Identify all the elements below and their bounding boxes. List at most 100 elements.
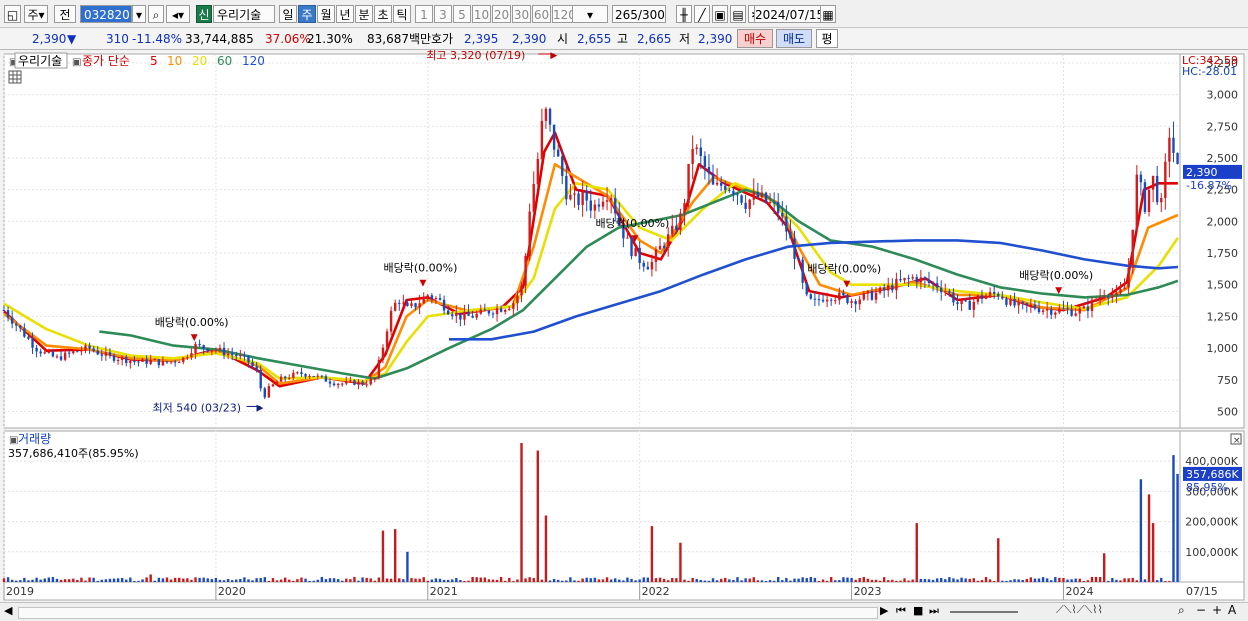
period-tab-0[interactable]: 일: [279, 5, 297, 23]
volume-bar: [137, 580, 140, 582]
volume-bar: [850, 577, 853, 582]
last-price-tag-label: 2,390: [1186, 166, 1218, 179]
candle-body: [801, 259, 804, 283]
chevron-down-icon[interactable]: ▾: [132, 5, 146, 23]
draw-line-icon[interactable]: ╱: [694, 5, 710, 23]
volume-bar: [312, 580, 315, 582]
stock-code-input[interactable]: 032820: [80, 5, 132, 23]
candle-body: [882, 287, 886, 291]
volume-bar: [544, 515, 548, 582]
volume-bar: [357, 580, 360, 582]
scrollbar-track[interactable]: [18, 607, 878, 619]
prev-button[interactable]: 전: [54, 5, 76, 23]
candle-body: [292, 372, 295, 378]
volume-bar: [797, 578, 800, 582]
candle-icon[interactable]: ╫: [676, 5, 692, 23]
font-size-icon[interactable]: A: [1228, 603, 1236, 617]
zoom-in-icon[interactable]: +: [1212, 603, 1222, 617]
candle-body: [279, 376, 283, 382]
period-tab-3[interactable]: 년: [336, 5, 354, 23]
chart-area[interactable]: 최고 3,320 (07/19) ▶ 최저 540 (03/23) ▶ 배당락(0.00…: [0, 49, 1248, 602]
rewind-icon[interactable]: ⏮: [896, 604, 906, 618]
candle-body: [1111, 295, 1114, 298]
period-tab-2[interactable]: 월: [317, 5, 335, 23]
high-price: 2,665: [637, 32, 672, 46]
candle-body: [312, 376, 315, 378]
speaker-icon[interactable]: ◂▾: [166, 5, 190, 23]
candle-body: [283, 376, 287, 379]
scroll-left-icon[interactable]: ◀: [4, 604, 12, 617]
buy-button[interactable]: 매수: [737, 29, 773, 48]
volume-bar: [756, 580, 760, 582]
sell-button[interactable]: 매도: [776, 29, 812, 48]
zoom-slider[interactable]: [950, 611, 1018, 613]
volume-bar: [332, 578, 336, 582]
volume-bar: [854, 579, 857, 582]
period-type-select[interactable]: 주▾: [24, 5, 48, 23]
interval-tab-5[interactable]: 5: [453, 5, 471, 23]
date-tick-label: 2020: [218, 585, 246, 598]
volume-bar: [923, 578, 927, 582]
volume-bar: [235, 579, 238, 582]
period-tab-4[interactable]: 분: [355, 5, 373, 23]
period-tab-6[interactable]: 틱: [393, 5, 411, 23]
candle-body: [178, 361, 181, 363]
stop-icon[interactable]: ■: [913, 604, 923, 617]
avg-button[interactable]: 평: [816, 29, 838, 48]
window-icon[interactable]: ◱: [4, 5, 21, 23]
candle-body: [495, 308, 499, 315]
date-tick-label: 2023: [854, 585, 882, 598]
volume-bar: [581, 578, 584, 582]
search-icon[interactable]: ⌕: [148, 5, 164, 23]
volume-bar: [508, 577, 511, 582]
zoom-out-icon[interactable]: −: [1196, 603, 1206, 617]
print-icon[interactable]: ▤: [730, 5, 746, 23]
magnifier-icon[interactable]: ⌕: [1178, 603, 1185, 618]
forward-icon[interactable]: ⏭: [929, 604, 939, 618]
candle-body: [483, 309, 487, 311]
volume-bar: [76, 580, 79, 582]
candle-body: [108, 352, 112, 356]
table-icon[interactable]: [8, 70, 22, 84]
price-axis-pane: [1179, 53, 1245, 429]
drawing-tools-icon[interactable]: ⟋⟍⌇⟋⟍⌇⌇: [1056, 603, 1103, 617]
interval-tab-30[interactable]: 30: [512, 5, 531, 23]
count-field[interactable]: 265/300: [612, 5, 666, 23]
candle-body: [675, 225, 678, 231]
calendar-icon[interactable]: ▦: [820, 5, 836, 23]
candle-body: [1025, 303, 1028, 306]
chart-svg[interactable]: 최고 3,320 (07/19) ▶ 최저 540 (03/23) ▶ 배당락(0.00…: [0, 49, 1248, 602]
candle-body: [336, 383, 340, 386]
interval-tab-60[interactable]: 60: [532, 5, 551, 23]
save-icon[interactable]: ▣: [712, 5, 728, 23]
interval-tab-120[interactable]: 120: [552, 5, 576, 23]
high-label: 고: [617, 32, 629, 46]
volume-bar: [296, 579, 299, 582]
period-tab-1[interactable]: 주: [298, 5, 316, 23]
interval-tab-3[interactable]: 3: [434, 5, 452, 23]
stock-name-field[interactable]: 우리기술: [213, 5, 275, 23]
candle-body: [328, 381, 332, 384]
volume-bar: [479, 577, 482, 582]
interval-select[interactable]: ▾: [572, 5, 608, 23]
volume-bar: [226, 578, 230, 582]
candle-body: [642, 262, 645, 267]
candle-body: [903, 277, 906, 281]
candle-body: [402, 302, 405, 304]
interval-tab-20[interactable]: 20: [492, 5, 511, 23]
volume-bar: [230, 580, 234, 582]
volume-bar: [683, 579, 686, 582]
volume-bar: [825, 580, 829, 582]
volume-bar: [646, 577, 650, 582]
candle-body: [944, 291, 947, 293]
volume-bar: [120, 577, 124, 582]
volume-bar: [300, 577, 303, 582]
date-field[interactable]: 2024/07/15: [754, 5, 824, 23]
interval-tab-1[interactable]: 1: [415, 5, 433, 23]
volume-bar: [703, 580, 707, 582]
period-tab-5[interactable]: 초: [374, 5, 392, 23]
candle-body: [173, 361, 177, 363]
scroll-right-icon[interactable]: ▶: [880, 604, 888, 617]
interval-tab-10[interactable]: 10: [472, 5, 491, 23]
candle-body: [182, 357, 185, 362]
